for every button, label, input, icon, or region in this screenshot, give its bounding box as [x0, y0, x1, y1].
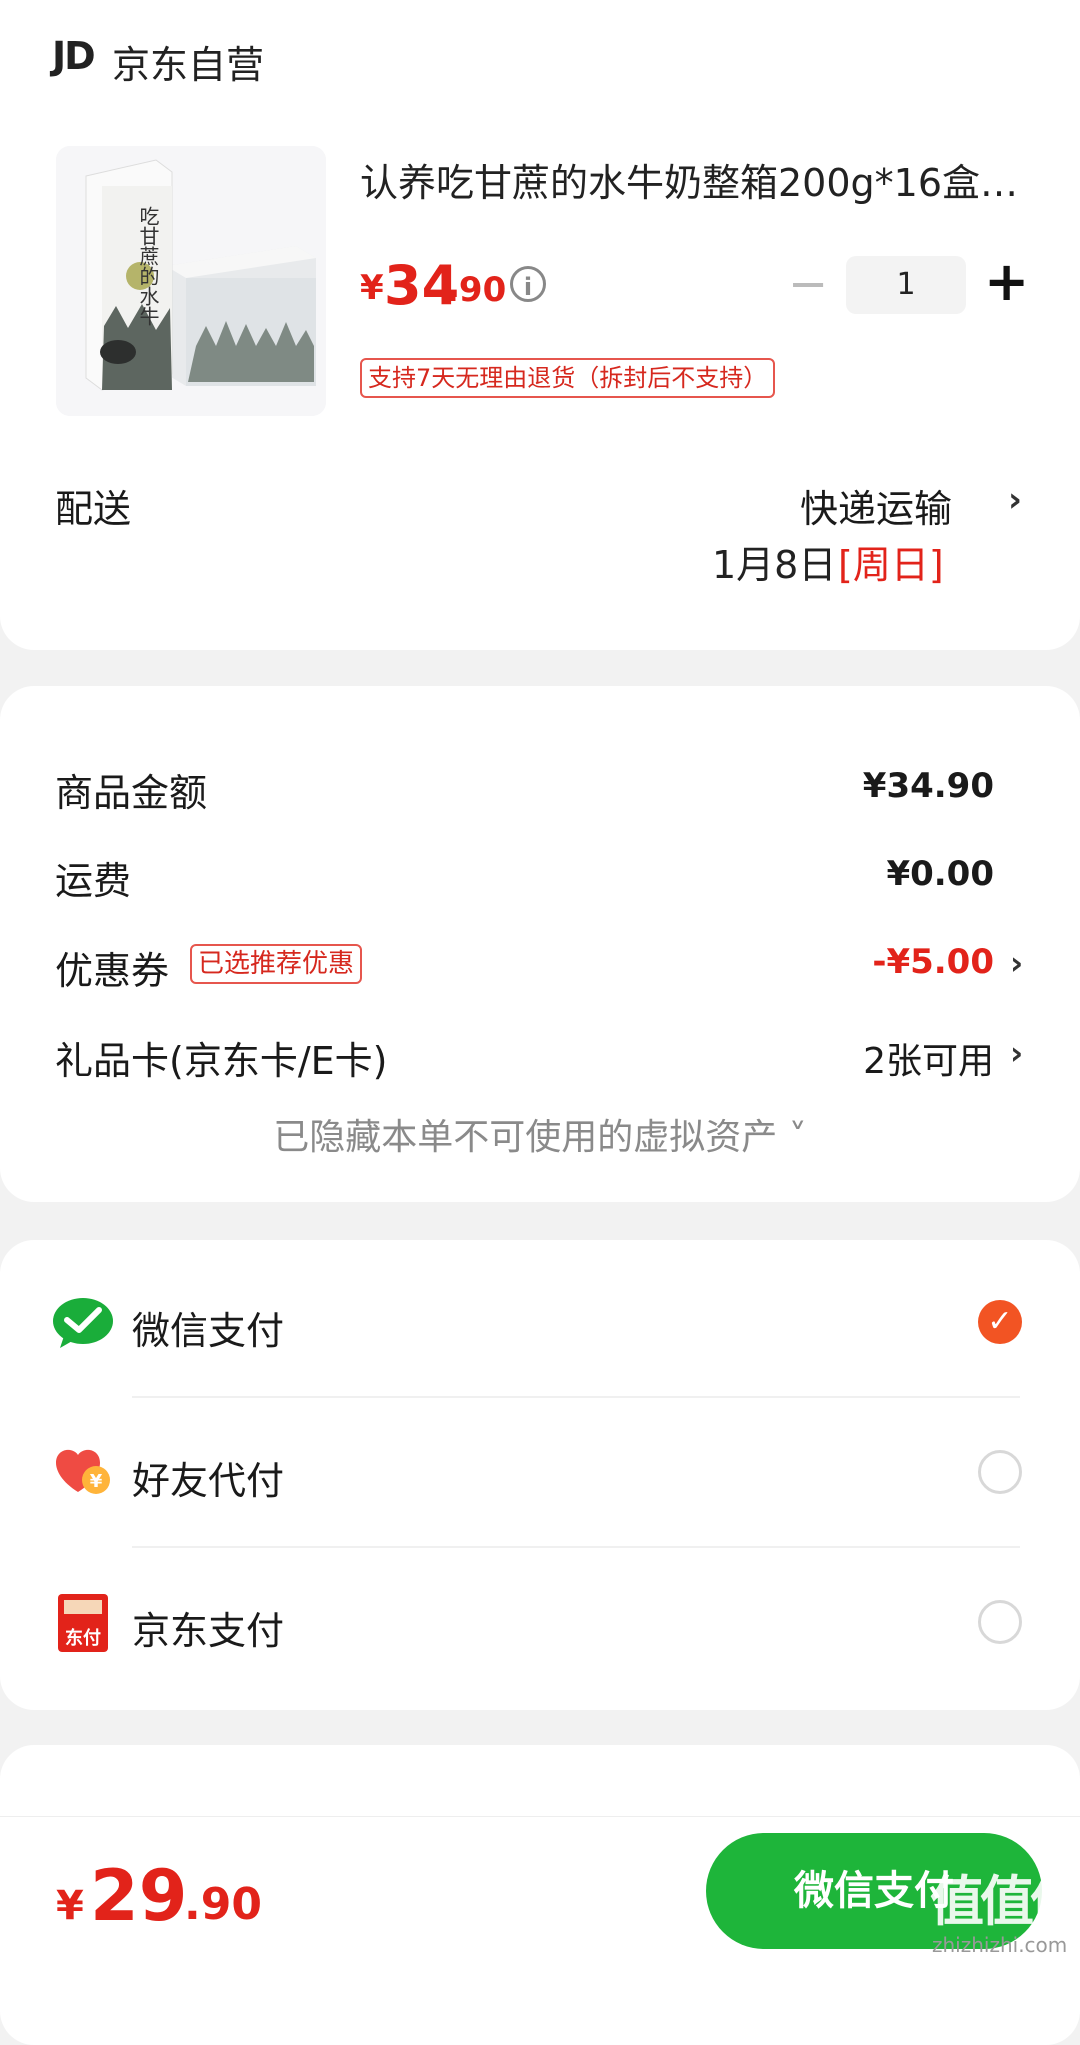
payment-option-label[interactable]: 京东支付 [132, 1600, 284, 1655]
hidden-assets-toggle[interactable]: 已隐藏本单不可使用的虚拟资产 ˅ [0, 1108, 1080, 1160]
delivery-weekday: [周日] [838, 543, 944, 587]
radio-selected-icon[interactable]: ✓ [978, 1300, 1022, 1344]
jd-logo: JD [52, 34, 96, 78]
jd-pay-icon: 东付 [58, 1594, 108, 1652]
watermark-logo: 值值值 [930, 1870, 1080, 1933]
price-decimal: .90 [446, 270, 507, 310]
info-icon[interactable]: i [510, 266, 546, 302]
delivery-date: 1月8日 [712, 543, 837, 587]
wechat-pay-icon [52, 1296, 114, 1350]
watermark-url: zhizhizhi.com [932, 1933, 1068, 1957]
quantity-input[interactable]: 1 [846, 256, 966, 314]
svg-text:¥: ¥ [90, 1471, 103, 1492]
subtotal-value: ¥34.90 [862, 766, 994, 806]
heart-yen-icon: ¥ [52, 1446, 114, 1498]
checkout-bar: ¥ 29 .90 微信支付 值值值 zhizhizhi.com [0, 1816, 1080, 1965]
total-decimal: .90 [184, 1879, 262, 1930]
coupon-recommended-tag: 已选推荐优惠 [190, 944, 363, 984]
payment-option-label[interactable]: 微信支付 [132, 1300, 284, 1355]
shipping-label: 运费 [55, 859, 132, 903]
shipping-value: ¥0.00 [886, 854, 994, 894]
subtotal-label: 商品金额 [55, 771, 208, 815]
quantity-increase-button[interactable]: + [984, 255, 1029, 309]
divider [132, 1546, 1020, 1548]
gift-card-value[interactable]: 2张可用 [863, 1032, 994, 1084]
gift-card-label[interactable]: 礼品卡(京东卡/E卡) [55, 1030, 387, 1085]
radio-unselected-icon[interactable] [978, 1600, 1022, 1644]
delivery-method[interactable]: 快递运输 [800, 478, 952, 533]
store-name[interactable]: 京东自营 [112, 34, 264, 89]
svg-text:吃甘蔗的水牛: 吃甘蔗的水牛 [136, 206, 160, 326]
quantity-decrease-button[interactable]: − [788, 260, 828, 308]
divider [132, 1396, 1020, 1398]
chevron-right-icon[interactable]: › [1008, 480, 1022, 520]
product-title[interactable]: 认养吃甘蔗的水牛奶整箱200g*16盒… [360, 152, 1018, 207]
coupon-label[interactable]: 优惠券 [55, 940, 169, 995]
total-currency: ¥ [56, 1883, 84, 1929]
payment-option-label[interactable]: 好友代付 [132, 1450, 284, 1505]
price-currency: ¥ [360, 268, 384, 308]
coupon-value[interactable]: -¥5.00 [872, 942, 994, 982]
return-policy-tag: 支持7天无理由退货（拆封后不支持） [360, 358, 776, 398]
chevron-right-icon[interactable]: › [1010, 944, 1023, 982]
delivery-label: 配送 [55, 487, 132, 531]
product-image[interactable]: 吃甘蔗的水牛 [56, 146, 326, 416]
radio-unselected-icon[interactable] [978, 1450, 1022, 1494]
total-integer: 29 [90, 1855, 188, 1937]
chevron-right-icon[interactable]: › [1010, 1034, 1023, 1072]
